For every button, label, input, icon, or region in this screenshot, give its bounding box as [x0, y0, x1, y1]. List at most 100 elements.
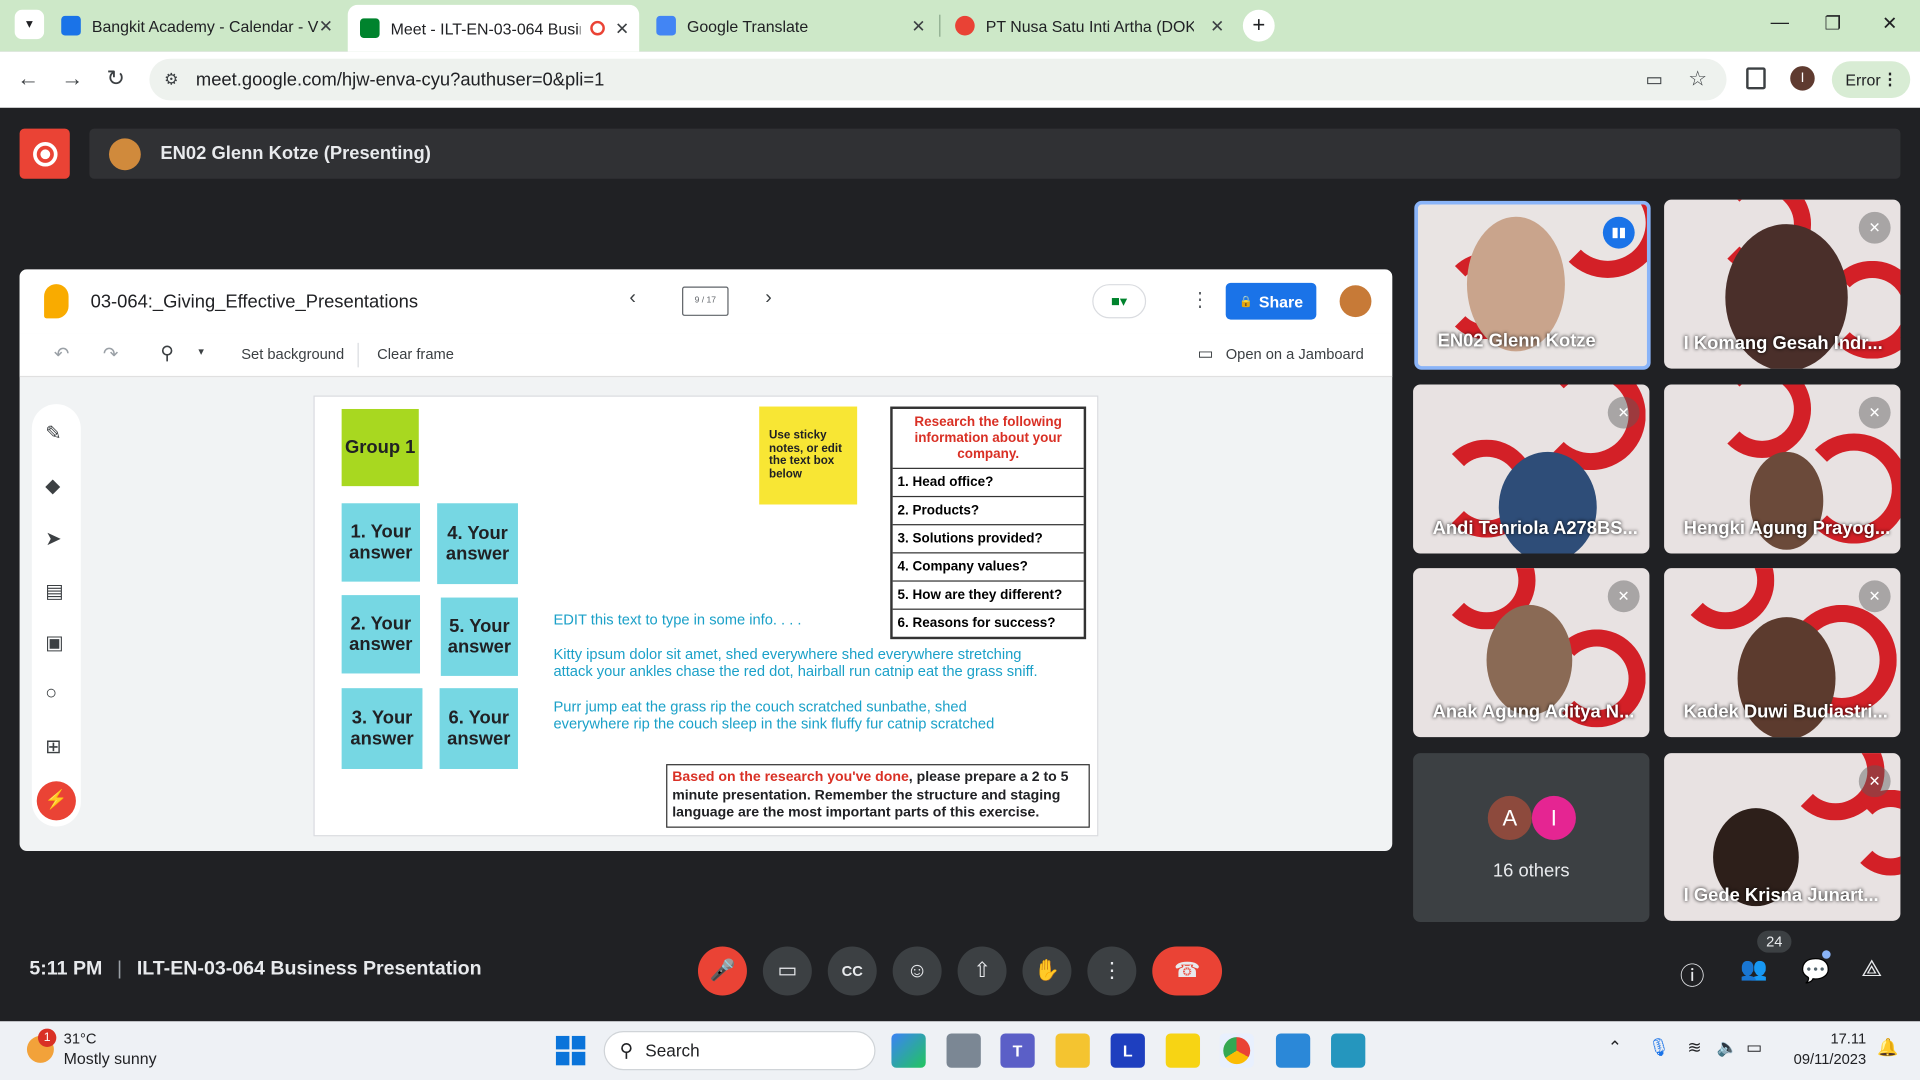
- camera-icon[interactable]: ▭: [1645, 69, 1662, 91]
- info-icon[interactable]: ⓘ: [1680, 956, 1704, 992]
- tray-chevron-icon[interactable]: ⌃: [1608, 1037, 1622, 1058]
- frame-indicator[interactable]: 9 / 17: [682, 286, 729, 316]
- participant-tile[interactable]: ▮▮ EN02 Glenn Kotze: [1414, 200, 1651, 370]
- task-view-icon[interactable]: [946, 1033, 981, 1068]
- zoom-dropdown-icon[interactable]: ▾: [198, 345, 204, 358]
- redo-icon[interactable]: ↷: [103, 343, 118, 365]
- paragraph-2[interactable]: Purr jump eat the grass rip the couch sc…: [553, 698, 1018, 732]
- eraser-icon[interactable]: ◆: [45, 474, 60, 498]
- file-explorer-icon[interactable]: [1055, 1033, 1090, 1068]
- tab-doku[interactable]: PT Nusa Satu Inti Artha (DOKU) ✕: [943, 7, 1234, 44]
- sticky-notes-icon[interactable]: [1165, 1033, 1201, 1068]
- site-info-icon[interactable]: ⚙: [164, 70, 178, 90]
- search-icon: ⚲: [619, 1040, 634, 1062]
- mic-tray-icon[interactable]: 🎙: [1648, 1037, 1670, 1058]
- share-button[interactable]: 🔒 Share: [1225, 282, 1317, 320]
- set-background-button[interactable]: Set background: [241, 345, 344, 362]
- close-icon[interactable]: ✕: [911, 15, 925, 36]
- clock-date[interactable]: 09/11/2023: [1771, 1051, 1866, 1068]
- jamboard-avatar[interactable]: [1339, 285, 1372, 318]
- tab-search-icon[interactable]: ▾: [14, 9, 45, 40]
- participant-tile[interactable]: ✕ Kadek Duwi Budiastri...: [1664, 568, 1901, 738]
- zoom-icon[interactable]: ⚲: [160, 342, 173, 364]
- more-icon[interactable]: ⋮: [1190, 288, 1210, 312]
- prev-frame-icon[interactable]: ‹: [629, 288, 636, 310]
- forward-icon[interactable]: →: [61, 66, 83, 92]
- wifi-icon[interactable]: ≋: [1687, 1037, 1701, 1058]
- participant-tile[interactable]: ✕ I Komang Gesah Indr...: [1664, 199, 1901, 369]
- tab-translate[interactable]: Google Translate ✕: [644, 7, 935, 44]
- open-jamboard-button[interactable]: Open on a Jamboard: [1226, 345, 1364, 362]
- error-button[interactable]: Error ⋮: [1831, 61, 1911, 98]
- windows-start-icon[interactable]: [555, 1035, 586, 1066]
- emoji-button[interactable]: ☺: [892, 946, 942, 996]
- participant-tile[interactable]: ✕ I Gede Krisna Junart...: [1664, 753, 1901, 921]
- group-note[interactable]: Group 1: [341, 408, 419, 487]
- reload-icon[interactable]: ↻: [107, 66, 125, 92]
- participant-name: EN02 Glenn Kotze: [1437, 330, 1596, 352]
- notification-bell-icon[interactable]: 🔔: [1877, 1037, 1898, 1058]
- mic-off-icon: ✕: [1858, 396, 1891, 429]
- chrome-icon[interactable]: [1219, 1033, 1254, 1068]
- notepad-icon[interactable]: [1331, 1033, 1366, 1068]
- edit-text[interactable]: EDIT this text to type in some info. . .…: [553, 611, 871, 628]
- laser-icon[interactable]: ⚡: [36, 781, 76, 821]
- more-options-button[interactable]: ⋮: [1087, 946, 1137, 996]
- clear-frame-button[interactable]: Clear frame: [377, 345, 454, 362]
- raise-hand-button[interactable]: ✋: [1022, 946, 1072, 996]
- star-icon[interactable]: ☆: [1688, 67, 1707, 91]
- copilot-icon[interactable]: [891, 1033, 926, 1068]
- answer-note[interactable]: 1. Your answer: [341, 503, 421, 582]
- battery-icon[interactable]: ▭: [1746, 1037, 1762, 1058]
- leave-call-button[interactable]: ☎: [1152, 946, 1223, 996]
- answer-note[interactable]: 6. Your answer: [439, 688, 518, 769]
- volume-icon[interactable]: 🔈: [1717, 1037, 1738, 1058]
- minimize-button[interactable]: —: [1771, 12, 1789, 33]
- restore-button[interactable]: ❐: [1825, 12, 1841, 34]
- l-app-icon[interactable]: L: [1110, 1033, 1145, 1068]
- new-tab-button[interactable]: +: [1242, 9, 1275, 42]
- url-field[interactable]: ⚙ meet.google.com/hjw-enva-cyu?authuser=…: [149, 58, 1727, 101]
- image-icon[interactable]: ▣: [45, 631, 64, 655]
- sticky-note-icon[interactable]: ▤: [45, 579, 64, 603]
- captions-button[interactable]: CC: [827, 946, 877, 996]
- present-button[interactable]: ⇧: [957, 946, 1007, 996]
- recording-button[interactable]: [19, 128, 70, 179]
- teams-icon[interactable]: T: [1000, 1033, 1035, 1068]
- photos-icon[interactable]: [1275, 1033, 1311, 1068]
- mic-off-button[interactable]: 🎤: [697, 946, 747, 996]
- close-window-button[interactable]: ✕: [1882, 12, 1897, 34]
- circle-icon[interactable]: ○: [45, 683, 57, 705]
- meet-share-icon[interactable]: ■▾: [1092, 284, 1147, 319]
- answer-note[interactable]: 3. Your answer: [341, 688, 423, 769]
- close-icon[interactable]: ✕: [615, 18, 629, 39]
- answer-note[interactable]: 2. Your answer: [341, 595, 421, 674]
- participant-tile[interactable]: ✕ Anak Agung Aditya N...: [1413, 568, 1650, 738]
- back-icon[interactable]: ←: [17, 66, 39, 92]
- textbox-icon[interactable]: ⊞: [45, 735, 61, 759]
- activities-icon[interactable]: ⟁: [1861, 956, 1882, 983]
- paragraph-1[interactable]: Kitty ipsum dolor sit amet, shed everywh…: [553, 645, 1055, 679]
- sidepanel-icon[interactable]: [1746, 67, 1766, 90]
- select-icon[interactable]: ➤: [45, 527, 61, 551]
- close-icon[interactable]: ✕: [1210, 15, 1224, 36]
- chat-icon[interactable]: 💬: [1801, 956, 1830, 985]
- camera-button[interactable]: ▭: [762, 946, 812, 996]
- tab-calendar[interactable]: Bangkit Academy - Calendar - V ✕: [49, 7, 343, 44]
- close-icon[interactable]: ✕: [319, 15, 333, 36]
- taskbar-search[interactable]: ⚲ Search: [603, 1031, 876, 1071]
- people-icon[interactable]: 👥: [1740, 956, 1767, 982]
- participant-tile[interactable]: ✕ Hengki Agung Prayog...: [1664, 384, 1901, 554]
- pen-icon[interactable]: ✎: [45, 421, 61, 445]
- undo-icon[interactable]: ↶: [54, 343, 69, 365]
- tab-meet[interactable]: Meet - ILT-EN-03-064 Busin ✕: [347, 4, 640, 52]
- sticky-hint-note[interactable]: Use sticky notes, or edit the text box b…: [759, 406, 858, 505]
- instruction-box[interactable]: Based on the research you've done, pleas…: [666, 764, 1090, 828]
- answer-note[interactable]: 4. Your answer: [437, 503, 518, 585]
- profile-avatar[interactable]: I: [1790, 66, 1815, 91]
- next-frame-icon[interactable]: ›: [765, 288, 772, 310]
- clock-time[interactable]: 17.11: [1788, 1030, 1866, 1047]
- others-tile[interactable]: A I 16 others: [1413, 753, 1650, 923]
- answer-note[interactable]: 5. Your answer: [440, 597, 518, 676]
- participant-tile[interactable]: ✕ Andi Tenriola A278BS...: [1413, 384, 1650, 554]
